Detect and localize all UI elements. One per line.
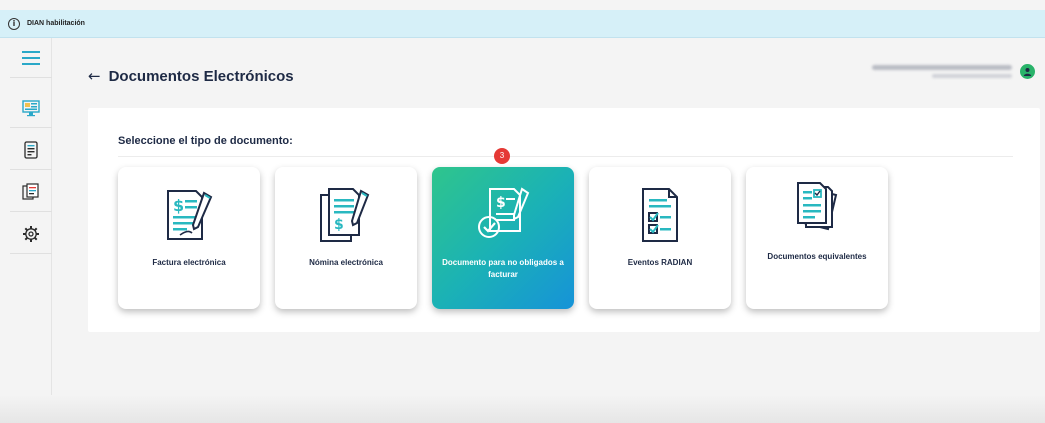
card-label: Documentos equivalentes (767, 252, 867, 261)
svg-text:$: $ (173, 196, 184, 215)
payroll-icon: $ (320, 188, 370, 242)
card-eventos-radian[interactable]: Eventos RADIAN (589, 167, 731, 309)
user-info-blurred (872, 65, 1012, 78)
card-icon-wrap (629, 185, 691, 245)
user-company-redacted (932, 74, 1012, 78)
sidebar (10, 38, 52, 423)
user-icon (1023, 68, 1032, 76)
document-list-icon (24, 140, 38, 159)
equivalent-documents-icon (797, 182, 838, 231)
step-badge: 3 (494, 148, 510, 164)
avatar[interactable] (1020, 64, 1035, 79)
card-documentos-equivalentes[interactable]: Documentos equivalentes (746, 167, 888, 309)
card-label: Documento para no obligados a facturar (442, 258, 564, 279)
svg-text:$: $ (334, 217, 344, 233)
sidebar-menu-button[interactable] (10, 38, 52, 78)
card-icon-wrap: $ (158, 185, 220, 245)
events-checklist-icon (642, 188, 678, 242)
card-icon-wrap (786, 179, 848, 239)
dashboard-monitor-icon (22, 99, 40, 116)
card-factura-electronica[interactable]: $ Factura electrónica (118, 167, 260, 309)
panel-heading: Seleccione el tipo de documento: (118, 135, 293, 147)
card-documento-no-obligados[interactable]: $ Documento para no obligados a facturar (432, 167, 574, 309)
page: i DIAN habilitación ← Documentos Electró… (0, 0, 1045, 423)
card-icon-wrap: $ (472, 185, 534, 245)
sidebar-item-documents-stack[interactable] (10, 172, 52, 212)
card-nomina-electronica[interactable]: $ Nómina electrónica (275, 167, 417, 309)
card-label: Factura electrónica (152, 258, 226, 267)
environment-banner: i DIAN habilitación (0, 10, 1045, 38)
user-menu[interactable] (872, 64, 1035, 79)
invoice-icon: $ (167, 190, 213, 240)
support-document-icon: $ (478, 187, 530, 238)
panel-divider (118, 156, 1013, 157)
card-icon-wrap: $ (315, 185, 377, 245)
sidebar-item-dashboard[interactable] (10, 88, 52, 128)
svg-text:$: $ (496, 195, 506, 211)
sidebar-item-documents[interactable] (10, 130, 52, 170)
banner-text: DIAN habilitación (27, 20, 85, 27)
card-label: Eventos RADIAN (627, 258, 693, 267)
document-type-panel: Seleccione el tipo de documento: $ Factu… (88, 108, 1040, 332)
back-arrow-icon[interactable]: ← (88, 67, 101, 85)
page-title: Documentos Electrónicos (108, 67, 294, 85)
info-icon: i (8, 17, 20, 30)
menu-icon (22, 50, 40, 65)
gear-icon (23, 225, 39, 242)
footer-shade (0, 395, 1045, 423)
sidebar-item-settings[interactable] (10, 214, 52, 254)
card-label: Nómina electrónica (309, 258, 383, 267)
user-name-redacted (872, 65, 1012, 70)
documents-stack-icon (22, 182, 39, 200)
page-header: ← Documentos Electrónicos (88, 64, 294, 88)
